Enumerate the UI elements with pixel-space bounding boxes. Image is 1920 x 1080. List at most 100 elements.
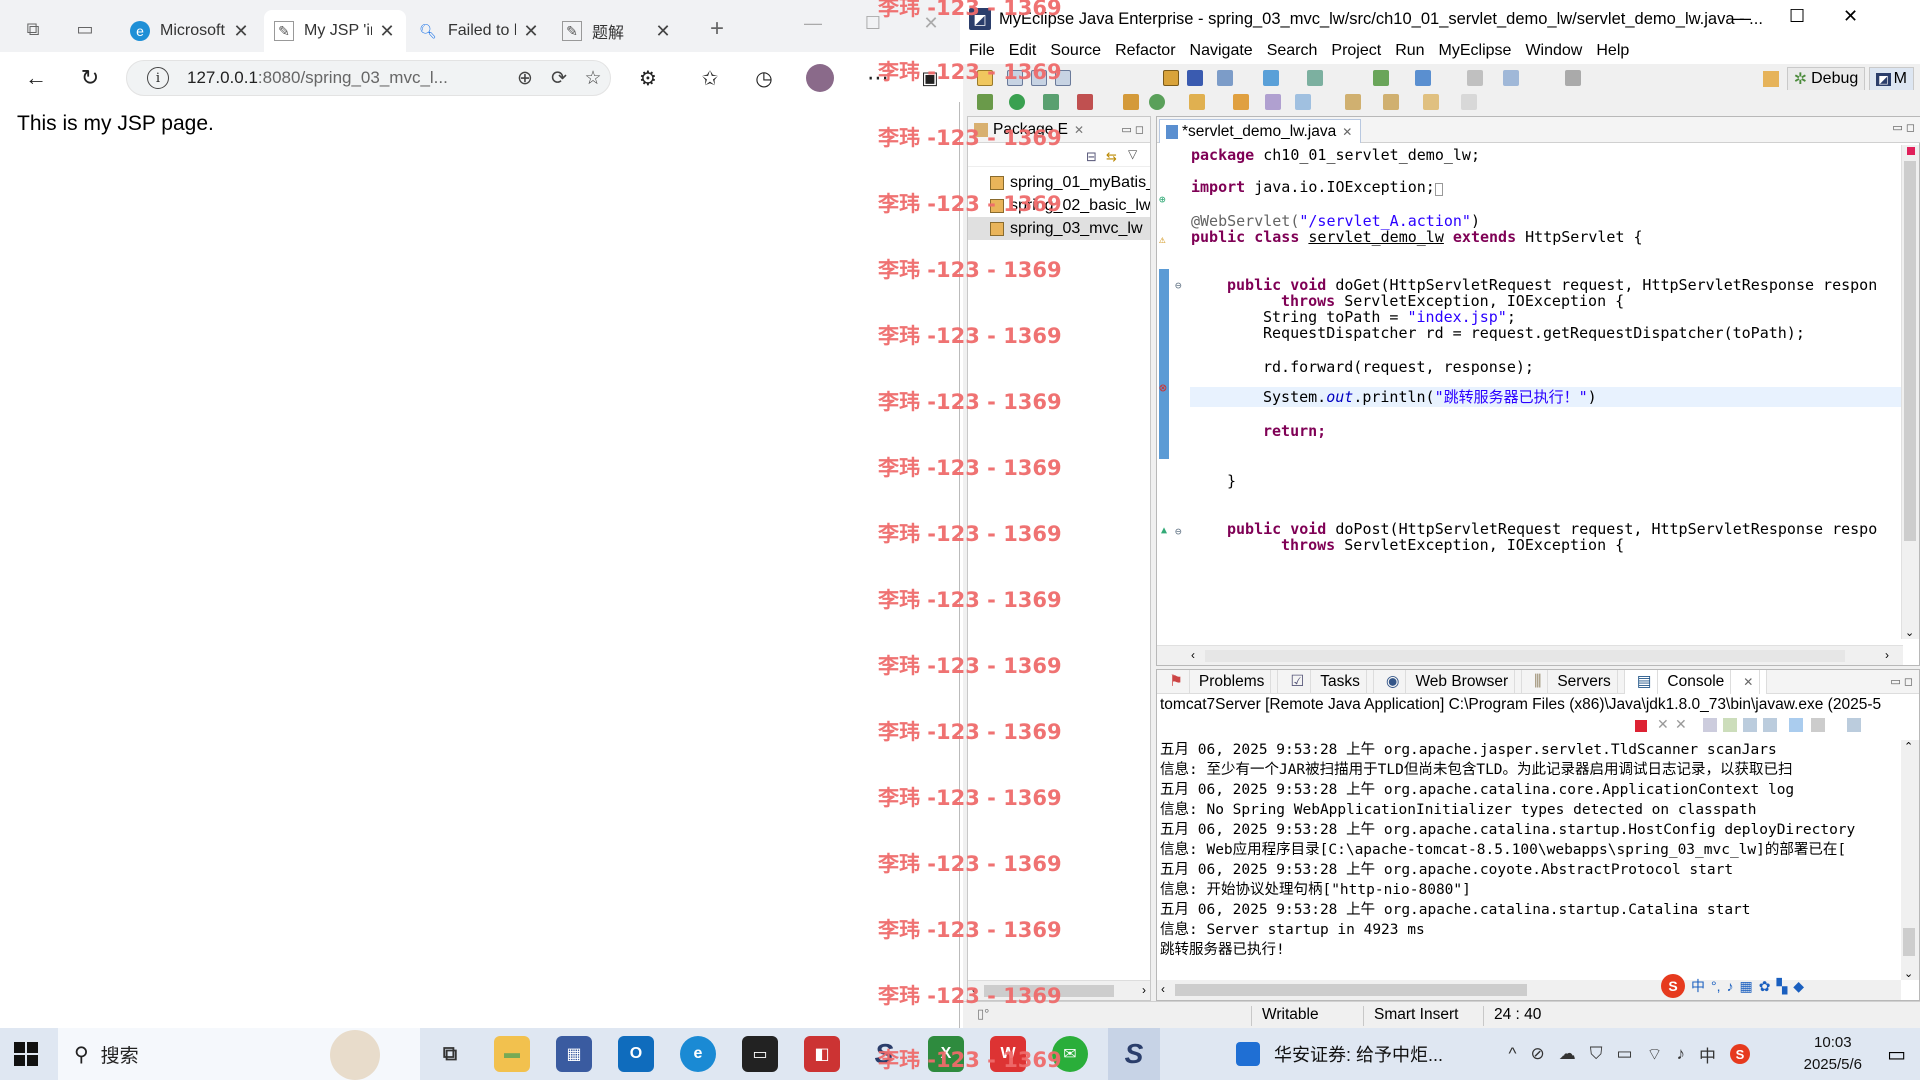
scroll-thumb[interactable] — [1205, 650, 1845, 662]
back-icon[interactable] — [1423, 94, 1439, 110]
project-item-selected[interactable]: spring_03_mvc_lw — [968, 217, 1150, 240]
address-bar[interactable]: i 127.0.0.1:8080/spring_03_mvc_l... ⊕ ⟳ … — [126, 60, 611, 96]
taskbar-clock[interactable]: 10:03 2025/5/6 — [1804, 1032, 1862, 1076]
new-tab-button[interactable]: + — [696, 8, 738, 50]
browser-tab-failed[interactable]: 🔍︎ Failed to l ✕ — [408, 10, 550, 52]
tab-servers[interactable]: ⫼ Servers — [1522, 669, 1625, 694]
search-icon[interactable] — [1307, 70, 1323, 86]
run-icon[interactable] — [1009, 94, 1025, 110]
file-explorer-icon[interactable]: ▬ — [494, 1036, 530, 1072]
menu-window[interactable]: Window — [1525, 42, 1582, 60]
vertical-scrollbar[interactable]: ⌃ ⌄ — [1901, 145, 1919, 639]
read-aloud-icon[interactable]: ⟳ — [542, 67, 576, 90]
scroll-right-icon[interactable]: › — [1885, 648, 1889, 662]
tab-actions-icon[interactable]: ▭ — [64, 8, 106, 50]
error-marker[interactable] — [1907, 147, 1915, 155]
scroll-thumb[interactable] — [1904, 161, 1916, 541]
collapse-icon[interactable]: ⊖ — [1175, 525, 1182, 538]
edge-icon[interactable]: e — [680, 1036, 716, 1072]
prev-annotation-icon[interactable] — [1383, 94, 1399, 110]
taskbar-search-box[interactable]: ⚲ 搜索 — [58, 1028, 420, 1080]
server-icon[interactable] — [1163, 70, 1179, 86]
scroll-lock-icon[interactable] — [1723, 718, 1737, 732]
deploy-icon[interactable] — [1187, 70, 1203, 86]
terminal-icon[interactable]: ▭ — [742, 1036, 778, 1072]
code-area[interactable]: ⊕ ⚠ ⊖ ⊗ ⊖ ▲ package ch10_01_servlet_demo… — [1157, 145, 1903, 639]
refresh-icon[interactable]: ↻ — [72, 61, 108, 95]
external-tools-icon[interactable] — [1077, 94, 1093, 110]
browser-tab-jsp[interactable]: ✎ My JSP 'in ✕ — [264, 10, 406, 52]
scroll-thumb[interactable] — [1175, 984, 1527, 996]
history-icon[interactable]: ◷ — [746, 61, 782, 95]
browser-icon[interactable] — [1217, 70, 1233, 86]
sogou-ime-icon[interactable]: S — [1661, 974, 1685, 998]
debug-icon[interactable] — [977, 94, 993, 110]
close-icon[interactable]: ✕ — [1737, 669, 1761, 694]
notification-icon[interactable]: ▭ — [1887, 1042, 1906, 1067]
close-icon[interactable]: ✕ — [1342, 125, 1352, 139]
minimize-icon[interactable]: — — [1733, 8, 1751, 29]
close-icon[interactable]: ✕ — [378, 21, 396, 42]
scroll-right-icon[interactable]: › — [1142, 983, 1146, 997]
cloud-icon[interactable]: ☁ — [1559, 1044, 1576, 1064]
terminate-icon[interactable] — [1635, 720, 1647, 732]
minimize-icon[interactable]: — — [792, 2, 834, 44]
close-icon[interactable]: ✕ — [1074, 123, 1084, 137]
run-config-icon[interactable] — [1373, 70, 1389, 86]
remove-launch-icon[interactable]: ✕ — [1657, 716, 1669, 733]
scroll-down-icon[interactable]: ⌄ — [1905, 626, 1914, 639]
menu-navigate[interactable]: Navigate — [1190, 42, 1253, 60]
outlook-icon[interactable]: O — [618, 1036, 654, 1072]
remove-all-icon[interactable]: ✕ — [1675, 716, 1687, 733]
extensions-icon[interactable]: ⚙ — [630, 61, 666, 95]
next-annotation-icon[interactable] — [1345, 94, 1361, 110]
vertical-scrollbar[interactable]: ⌃ ⌄ — [1901, 740, 1919, 980]
editor-tab-active[interactable]: *servlet_demo_lw.java ✕ — [1159, 119, 1362, 143]
info-icon[interactable]: i — [147, 67, 169, 89]
volume-icon[interactable]: ♪ — [1677, 1044, 1686, 1064]
avatar[interactable] — [802, 61, 838, 95]
console-output[interactable]: 五月 06, 2025 9:53:28 上午 org.apache.jasper… — [1157, 740, 1901, 980]
collapse-icon[interactable]: ⊖ — [1175, 279, 1182, 292]
sogou-ime-icon[interactable]: S — [1730, 1044, 1750, 1064]
menu-myeclipse[interactable]: MyEclipse — [1439, 42, 1512, 60]
minimize-maximize-icon[interactable]: ▭ ◻ — [1892, 121, 1915, 134]
tab-web-browser[interactable]: ◉ Web Browser — [1374, 669, 1523, 694]
screen-icon[interactable] — [1565, 70, 1581, 86]
task-view-icon[interactable]: ⧉ — [432, 1036, 468, 1072]
punctuation-icon[interactable]: °, — [1711, 978, 1721, 994]
edit-icon[interactable] — [1233, 94, 1249, 110]
open-perspective-icon[interactable] — [1762, 71, 1779, 87]
news-widget[interactable]: 华安证券: 给予中炬... — [1236, 1028, 1443, 1080]
forward-icon[interactable] — [1461, 94, 1477, 110]
clear-console-icon[interactable] — [1703, 718, 1717, 732]
scroll-up-icon[interactable]: ⌃ — [1904, 740, 1913, 753]
open-type-icon[interactable] — [1263, 70, 1279, 86]
favorites-icon[interactable]: ✩ — [692, 61, 728, 95]
menu-help[interactable]: Help — [1596, 42, 1629, 60]
close-icon[interactable]: ✕ — [522, 21, 540, 42]
app-icon[interactable]: ◧ — [804, 1036, 840, 1072]
back-arrow-icon[interactable]: ← — [18, 61, 54, 95]
scroll-left-icon[interactable]: ‹ — [1191, 648, 1195, 662]
view-menu-icon[interactable]: ▽ — [1128, 147, 1137, 161]
security-icon[interactable]: ⛉ — [1590, 1044, 1603, 1064]
menu-search[interactable]: Search — [1267, 42, 1318, 60]
network-off-icon[interactable]: ⊘ — [1530, 1044, 1544, 1064]
store-icon[interactable]: ▦ — [556, 1036, 592, 1072]
microphone-icon[interactable]: ♪ — [1727, 978, 1734, 994]
link-editor-icon[interactable]: ⇆ — [1106, 149, 1117, 165]
scroll-left-icon[interactable]: ‹ — [1161, 982, 1165, 996]
new-java-project-icon[interactable] — [1123, 94, 1139, 110]
pin-console-icon[interactable] — [1789, 718, 1803, 732]
close-icon[interactable]: ✕ — [654, 21, 672, 42]
close-window-icon[interactable]: ✕ — [1843, 6, 1858, 27]
perspective-myeclipse[interactable]: ◩ M — [1869, 67, 1914, 91]
close-icon[interactable]: ✕ — [232, 21, 250, 42]
word-wrap-icon[interactable] — [1743, 718, 1757, 732]
open-console-icon[interactable] — [1847, 718, 1861, 732]
tab-console[interactable]: ▤ Console ✕ — [1624, 669, 1768, 694]
expand-icon[interactable]: ⊕ — [1159, 193, 1166, 206]
maximize-icon[interactable]: ☐ — [1789, 6, 1805, 27]
open-perspective-icon[interactable] — [1503, 70, 1519, 86]
